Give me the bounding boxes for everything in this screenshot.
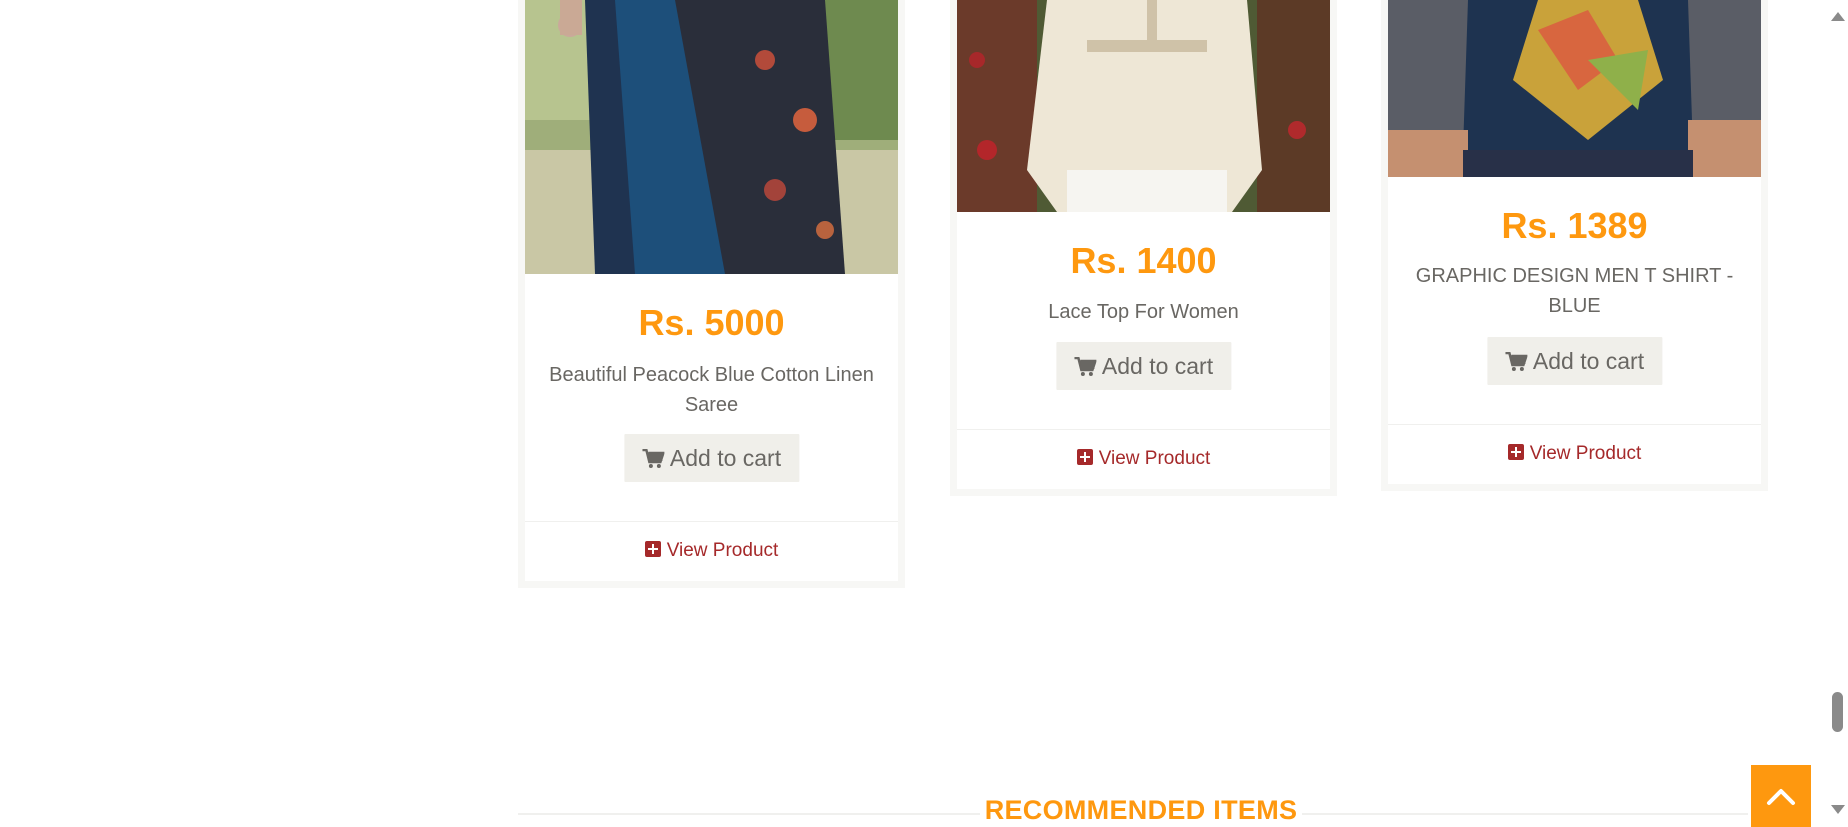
plus-square-icon <box>1507 444 1524 460</box>
vertical-scrollbar[interactable] <box>1826 0 1848 827</box>
product-card: Rs. 1389 GRAPHIC DESIGN MEN T SHIRT - BL… <box>1381 0 1768 491</box>
scroll-down-arrow-icon[interactable] <box>1831 805 1845 814</box>
view-product-label: View Product <box>1529 443 1642 464</box>
recommended-items-title: RECOMMENDED ITEMS <box>980 795 1302 826</box>
product-image[interactable] <box>957 0 1330 212</box>
plus-square-icon <box>644 541 661 557</box>
product-card-body: Rs. 1400 Lace Top For Women Add to cart … <box>957 0 1330 489</box>
view-product-label: View Product <box>666 540 779 561</box>
view-product-link[interactable]: View Product <box>1388 424 1761 483</box>
scrollbar-thumb[interactable] <box>1832 692 1843 732</box>
product-price: Rs. 1389 <box>1501 205 1648 246</box>
product-card: Rs. 1400 Lace Top For Women Add to cart … <box>950 0 1337 496</box>
product-price: Rs. 1400 <box>1070 240 1217 281</box>
add-to-cart-label: Add to cart <box>1532 348 1645 374</box>
add-to-cart-label: Add to cart <box>669 445 782 471</box>
add-to-cart-button[interactable]: Add to cart <box>1486 337 1663 385</box>
add-to-cart-label: Add to cart <box>1101 353 1214 379</box>
product-name: Beautiful Peacock Blue Cotton Linen Sare… <box>549 364 874 416</box>
view-product-link[interactable]: View Product <box>525 521 898 580</box>
plus-square-icon <box>1076 449 1093 465</box>
add-to-cart-button[interactable]: Add to cart <box>1055 342 1232 390</box>
product-card-body: Rs. 1389 GRAPHIC DESIGN MEN T SHIRT - BL… <box>1388 0 1761 484</box>
chevron-up-icon <box>1767 789 1795 805</box>
scroll-to-top-button[interactable] <box>1751 765 1811 827</box>
product-price: Rs. 5000 <box>638 302 785 343</box>
page: Rs. 5000 Beautiful Peacock Blue Cotton L… <box>0 0 1848 827</box>
shopping-cart-icon <box>1504 351 1528 371</box>
product-name: GRAPHIC DESIGN MEN T SHIRT - BLUE <box>1415 265 1734 317</box>
scroll-up-arrow-icon[interactable] <box>1831 12 1845 21</box>
product-image[interactable] <box>525 0 898 274</box>
view-product-label: View Product <box>1098 448 1211 469</box>
shopping-cart-icon <box>1073 356 1097 376</box>
add-to-cart-button[interactable]: Add to cart <box>623 434 800 482</box>
shopping-cart-icon <box>641 448 665 468</box>
view-product-link[interactable]: View Product <box>957 429 1330 488</box>
product-card: Rs. 5000 Beautiful Peacock Blue Cotton L… <box>518 0 905 588</box>
product-card-body: Rs. 5000 Beautiful Peacock Blue Cotton L… <box>525 0 898 581</box>
product-image[interactable] <box>1388 0 1761 177</box>
product-name: Lace Top For Women <box>1048 301 1239 323</box>
